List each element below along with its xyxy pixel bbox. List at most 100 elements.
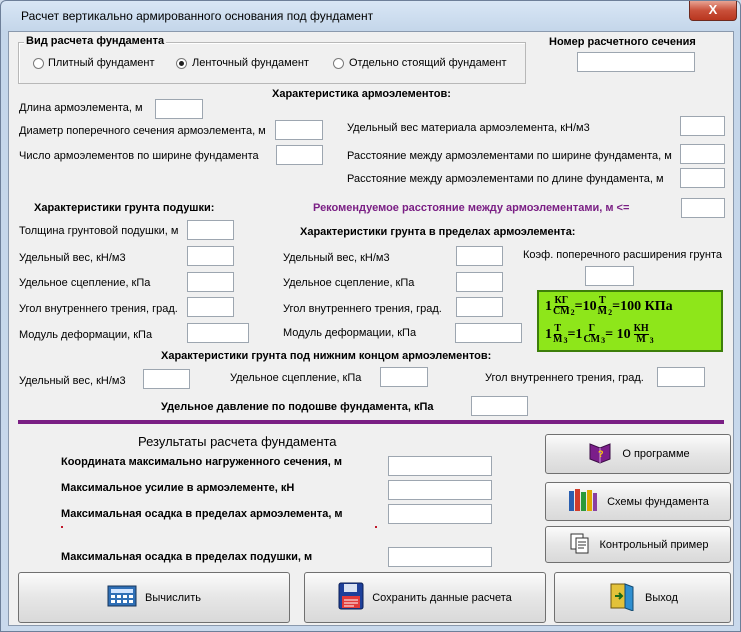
poisson-label: Коэф. поперечного расширения грунта xyxy=(523,249,722,261)
cushion-unit-weight-input[interactable] xyxy=(187,246,234,266)
pressure-input[interactable] xyxy=(471,396,528,416)
rein-spacing-width-input[interactable] xyxy=(680,144,725,164)
cushion-friction-label: Угол внутреннего трения, град. xyxy=(19,303,178,315)
cushion-cohesion-label: Удельное сцепление, кПа xyxy=(19,277,151,289)
cushion-friction-input[interactable] xyxy=(187,297,234,317)
reinforcement-heading: Характеристика армоэлементов: xyxy=(272,88,451,100)
rsoil-unit-weight-label: Удельный вес, кН/м3 xyxy=(283,252,390,264)
pressure-label: Удельное давление по подошве фундамента,… xyxy=(161,401,434,413)
rsoil-unit-weight-input[interactable] xyxy=(456,246,503,266)
save-button-label: Сохранить данные расчета xyxy=(372,591,512,604)
rein-length-input[interactable] xyxy=(155,99,203,119)
result-settle-cushion-label: Максимальная осадка в пределах подушки, … xyxy=(61,551,313,563)
lsoil-cohesion-input[interactable] xyxy=(380,367,428,387)
form-client-area: Вид расчета фундамента Плитный фундамент… xyxy=(8,31,734,626)
rsoil-cohesion-label: Удельное сцепление, кПа xyxy=(283,277,415,289)
cushion-soil-heading: Характеристики грунта подушки: xyxy=(34,202,215,214)
rsoil-cohesion-input[interactable] xyxy=(456,272,503,292)
formula-text: =10 xyxy=(574,298,597,314)
rsoil-modulus-input[interactable] xyxy=(455,323,522,343)
cushion-thickness-label: Толщина грунтовой подушки, м xyxy=(19,225,179,237)
formula-text: = 10 xyxy=(605,326,631,342)
formula-line-1: 1 КГ СМ 2 =10 Т М 2 =100 КПа xyxy=(545,296,673,318)
formula-fraction: КН М xyxy=(633,324,649,345)
radio-slab-foundation[interactable] xyxy=(33,58,44,69)
about-button[interactable]: ? О программе xyxy=(545,434,731,474)
window-title: Расчет вертикально армированного основан… xyxy=(21,9,374,23)
formula-text: =100 КПа xyxy=(612,298,673,314)
floppy-disk-icon xyxy=(338,582,364,613)
formula-denominator: СМ xyxy=(583,334,601,345)
title-bar: Расчет вертикально армированного основан… xyxy=(1,1,740,31)
schemes-button[interactable]: Схемы фундамента xyxy=(545,482,731,521)
cushion-thickness-input[interactable] xyxy=(187,220,234,240)
section-number-label: Номер расчетного сечения xyxy=(549,36,696,48)
radio-slab-label[interactable]: Плитный фундамент xyxy=(48,57,155,69)
save-button[interactable]: Сохранить данные расчета xyxy=(304,572,546,623)
svg-text:?: ? xyxy=(598,449,604,459)
cushion-modulus-input[interactable] xyxy=(187,323,249,343)
result-settle-rein-output[interactable] xyxy=(388,504,492,524)
result-force-output[interactable] xyxy=(388,480,492,500)
close-button[interactable]: X xyxy=(689,1,737,21)
rein-diameter-label: Диаметр поперечного сечения армоэлемента… xyxy=(19,125,266,137)
rsoil-friction-label: Угол внутреннего трения, град. xyxy=(283,303,442,315)
rein-count-input[interactable] xyxy=(276,145,323,165)
rein-unit-weight-input[interactable] xyxy=(680,116,725,136)
calculate-button-label: Вычислить xyxy=(145,591,201,604)
formula-fraction: Т М xyxy=(553,324,562,345)
exit-button[interactable]: Выход xyxy=(554,572,731,623)
calculator-icon xyxy=(107,585,137,610)
radio-isolated-label[interactable]: Отдельно стоящий фундамент xyxy=(349,57,507,69)
radio-strip-foundation[interactable] xyxy=(176,58,187,69)
formula-text: 1 xyxy=(545,326,552,342)
purple-divider xyxy=(18,420,724,424)
results-heading: Результаты расчета фундамента xyxy=(138,434,337,449)
rein-spacing-length-input[interactable] xyxy=(680,168,725,188)
lsoil-unit-weight-label: Удельный вес, кН/м3 xyxy=(19,375,126,387)
rsoil-friction-input[interactable] xyxy=(456,297,503,317)
app-window: Расчет вертикально армированного основан… xyxy=(0,0,741,632)
exit-button-label: Выход xyxy=(645,591,678,604)
exit-door-icon xyxy=(607,581,637,614)
foundation-type-label: Вид расчета фундамента xyxy=(24,35,167,47)
rein-count-label: Число армоэлементов по ширине фундамента xyxy=(19,150,259,162)
result-force-label: Максимальное усилие в армоэлементе, кН xyxy=(61,482,295,494)
section-number-input[interactable] xyxy=(577,52,695,72)
rein-spacing-length-label: Расстояние между армоэлементами по длине… xyxy=(347,173,664,185)
rein-diameter-input[interactable] xyxy=(275,120,323,140)
books-icon xyxy=(567,487,599,516)
formula-text: =1 xyxy=(567,326,583,342)
poisson-input[interactable] xyxy=(585,266,634,286)
radio-strip-label[interactable]: Ленточный фундамент xyxy=(192,57,309,69)
result-coord-label: Координата максимально нагруженного сече… xyxy=(61,456,342,468)
calculate-button[interactable]: Вычислить xyxy=(18,572,290,623)
formula-fraction: КГ СМ xyxy=(553,296,570,317)
red-dot-marker xyxy=(61,526,63,528)
radio-isolated-foundation[interactable] xyxy=(333,58,344,69)
reinforced-soil-heading: Характеристики грунта в пределах армоэле… xyxy=(300,226,576,238)
formula-denominator: М xyxy=(553,334,563,345)
lsoil-friction-input[interactable] xyxy=(657,367,705,387)
result-settle-cushion-output[interactable] xyxy=(388,547,492,567)
units-conversion-formula: 1 КГ СМ 2 =10 Т М 2 =100 КПа 1 Т М 3 =1 … xyxy=(537,290,723,352)
cushion-unit-weight-label: Удельный вес, кН/м3 xyxy=(19,252,126,264)
red-dot-marker xyxy=(375,526,377,528)
lsoil-unit-weight-input[interactable] xyxy=(143,369,190,389)
rein-unit-weight-label: Удельный вес материала армоэлемента, кН/… xyxy=(347,122,590,134)
formula-fraction: Г СМ xyxy=(583,324,600,345)
rein-length-label: Длина армоэлемента, м xyxy=(19,102,143,114)
formula-text: 1 xyxy=(545,298,552,314)
lower-soil-heading: Характеристики грунта под нижним концом … xyxy=(161,350,492,362)
formula-denominator: М xyxy=(597,306,608,317)
cushion-cohesion-input[interactable] xyxy=(187,272,234,292)
formula-fraction: Т М xyxy=(598,296,607,317)
recommended-spacing-output[interactable] xyxy=(681,198,725,218)
formula-exponent: 3 xyxy=(649,336,654,345)
book-icon: ? xyxy=(586,439,614,470)
example-button[interactable]: Контрольный пример xyxy=(545,526,731,563)
formula-denominator: СМ xyxy=(553,306,570,317)
documents-icon xyxy=(568,531,592,558)
result-coord-output[interactable] xyxy=(388,456,492,476)
rsoil-modulus-label: Модуль деформации, кПа xyxy=(283,327,417,339)
